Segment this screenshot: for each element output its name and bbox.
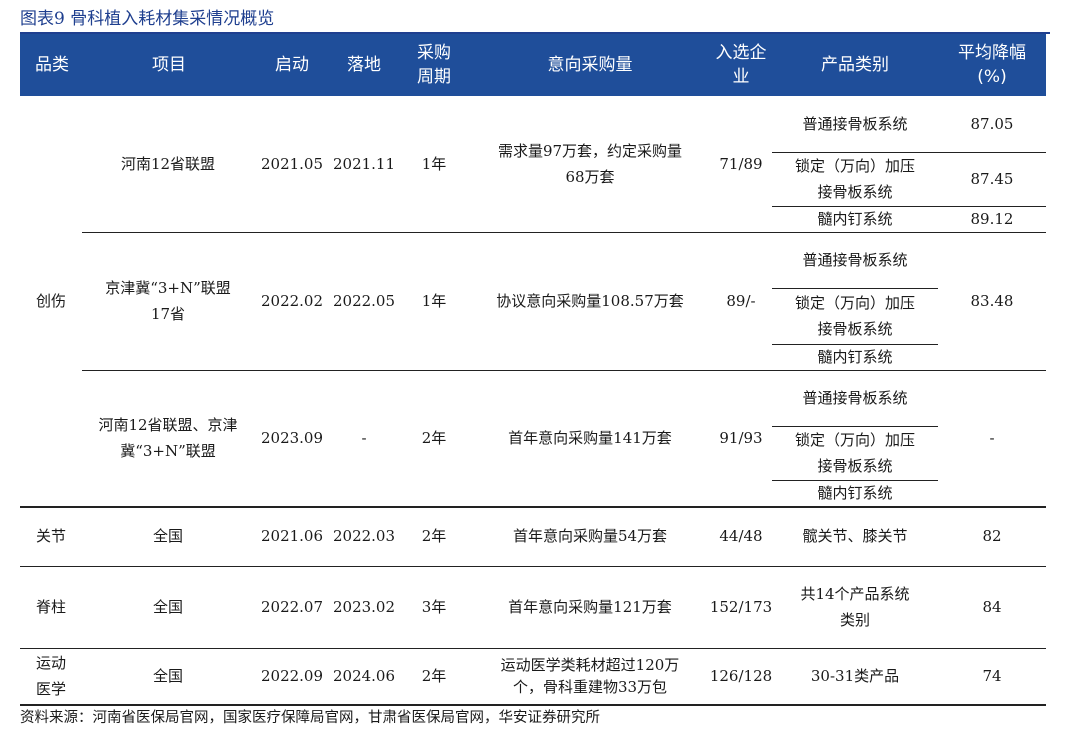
r1-product-1: 普通接骨板系统 [802, 115, 908, 133]
figure-title: 图表9 骨科植入耗材集采情况概览 [20, 6, 1050, 34]
r2-selected: 89/- [726, 292, 756, 310]
r1-drop-2: 87.45 [970, 170, 1014, 188]
r6-cycle: 2年 [421, 667, 447, 685]
r1-volume: 需求量97万套，约定采购量 68万套 [497, 142, 683, 186]
r1-cycle: 1年 [421, 155, 447, 173]
r1-selected: 71/89 [719, 155, 763, 173]
rule-g1-a [772, 152, 1046, 153]
r6-selected: 126/128 [709, 667, 773, 685]
r4-selected: 44/48 [719, 527, 763, 545]
header-land: 落地 [347, 55, 381, 75]
rule-g1-bottom [82, 232, 1046, 233]
r1-product-2: 锁定（万向）加压 接骨板系统 [794, 157, 915, 201]
r6-start: 2022.09 [260, 667, 324, 685]
rule-g2-bottom [82, 370, 1046, 371]
r3-product-3: 髓内钉系统 [817, 484, 893, 502]
r5-product: 共14个产品系统 类别 [800, 585, 910, 629]
header-selected: 入选企 业 [715, 43, 767, 87]
category-joint: 关节 [35, 527, 66, 545]
r3-project: 河南12省联盟、京津 冀“3+N”联盟 [98, 416, 238, 460]
r2-volume: 协议意向采购量108.57万套 [496, 292, 684, 310]
r2-product-1: 普通接骨板系统 [802, 251, 908, 269]
r6-drop: 74 [982, 667, 1002, 685]
r5-project: 全国 [152, 598, 183, 616]
r4-volume: 首年意向采购量54万套 [512, 527, 668, 545]
r4-cycle: 2年 [421, 527, 447, 545]
r6-project: 全国 [152, 667, 183, 685]
r5-cycle: 3年 [421, 598, 447, 616]
rule-g1-b [772, 206, 1046, 207]
r3-volume: 首年意向采购量141万套 [508, 429, 672, 447]
rule-trauma-bottom [20, 506, 1046, 508]
r3-land: - [361, 429, 367, 447]
rule-g2-a [772, 288, 938, 289]
r4-product: 髋关节、膝关节 [802, 527, 908, 545]
r2-land: 2022.05 [332, 292, 396, 310]
rule-joint-bottom [20, 566, 1046, 567]
r2-drop: 83.48 [970, 292, 1014, 310]
r5-drop: 84 [982, 598, 1002, 616]
header-volume: 意向采购量 [547, 55, 633, 75]
r3-product-1: 普通接骨板系统 [802, 389, 908, 407]
table-header: 品类 项目 启动 落地 采购 周期 意向采购量 入选企 业 产品类别 平均降幅 … [20, 34, 1046, 96]
r1-product-3: 髓内钉系统 [817, 210, 893, 228]
r5-land: 2023.02 [332, 598, 396, 616]
r4-start: 2021.06 [260, 527, 324, 545]
r2-cycle: 1年 [421, 292, 447, 310]
header-drop: 平均降幅 (%) [958, 43, 1026, 87]
category-spine: 脊柱 [35, 598, 66, 616]
rule-spine-bottom [20, 648, 1046, 649]
r5-start: 2022.07 [260, 598, 324, 616]
header-start: 启动 [275, 55, 309, 75]
r2-project: 京津冀“3+N”联盟 17省 [105, 279, 231, 323]
r1-drop-1: 87.05 [970, 115, 1014, 133]
r4-drop: 82 [982, 527, 1002, 545]
r2-start: 2022.02 [260, 292, 324, 310]
category-trauma: 创伤 [35, 292, 66, 310]
r4-land: 2022.03 [332, 527, 396, 545]
r3-product-2: 锁定（万向）加压 接骨板系统 [794, 431, 915, 475]
rule-g2-b [772, 344, 938, 345]
header-category: 品类 [35, 55, 69, 75]
rule-g3-a [772, 426, 938, 427]
r1-drop-3: 89.12 [970, 210, 1014, 228]
r3-selected: 91/93 [719, 429, 763, 447]
r1-project: 河南12省联盟 [120, 155, 216, 173]
r2-product-2: 锁定（万向）加压 接骨板系统 [794, 294, 915, 338]
r2-product-3: 髓内钉系统 [817, 348, 893, 366]
r5-selected: 152/173 [709, 598, 773, 616]
r1-start: 2021.05 [260, 155, 324, 173]
r6-product: 30-31类产品 [810, 667, 900, 685]
rule-table-bottom [20, 704, 1046, 706]
category-sports-medicine: 运动 医学 [35, 654, 66, 698]
header-cycle: 采购 周期 [417, 43, 451, 87]
r3-drop: - [989, 429, 995, 447]
r6-volume: 运动医学类耗材超过120万 个，骨科重建物33万包 [500, 656, 680, 696]
header-project: 项目 [152, 55, 186, 75]
r1-land: 2021.11 [332, 155, 396, 173]
header-product: 产品类别 [821, 55, 889, 75]
source-note: 资料来源：河南省医保局官网，国家医疗保障局官网，甘肃省医保局官网，华安证券研究所 [20, 710, 600, 726]
r6-land: 2024.06 [332, 667, 396, 685]
r5-volume: 首年意向采购量121万套 [508, 598, 672, 616]
r3-cycle: 2年 [421, 429, 447, 447]
rule-g3-b [772, 480, 938, 481]
r3-start: 2023.09 [260, 429, 324, 447]
r4-project: 全国 [152, 527, 183, 545]
